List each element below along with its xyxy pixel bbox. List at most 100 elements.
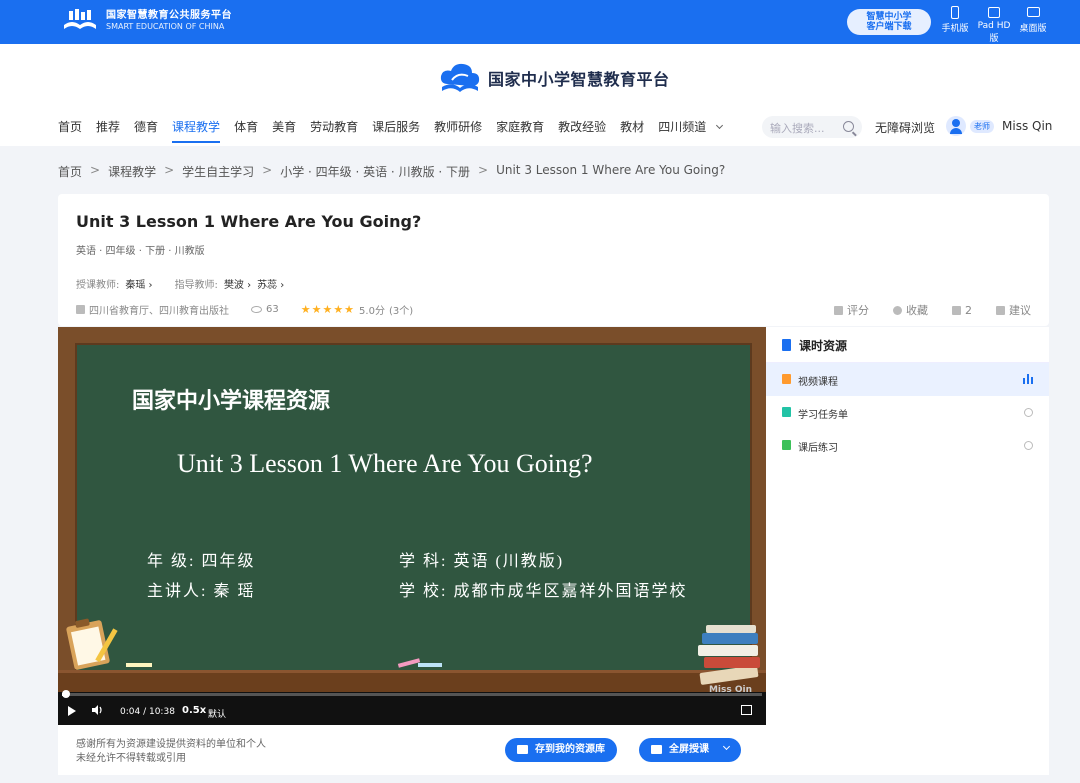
nav-item-course[interactable]: 课程教学 [172,118,221,143]
nav-item-sports[interactable]: 体育 [234,118,258,140]
accessibility-link[interactable]: 无障碍浏览 [875,119,935,136]
status-circle-icon [1024,441,1033,450]
mobile-version-link[interactable]: 手机版 [935,6,975,34]
breadcrumb-separator: > [90,163,101,177]
lesson-resources-panel: 课时资源 视频课程 学习任务单 课后练习 [766,327,1049,775]
resource-label: 课后练习 [798,443,838,454]
nav-item-recommend[interactable]: 推荐 [96,118,120,140]
action-label: 收藏 [906,304,928,317]
rating-stars: ★★★★★ [300,303,356,316]
resource-item-task-sheet[interactable]: 学习任务单 [766,396,1049,429]
save-to-library-button[interactable]: 存到我的资源库 [505,738,617,762]
chalkboard: 国家中小学课程资源 Unit 3 Lesson 1 Where Are You … [75,343,752,679]
panel-header: 课时资源 [766,327,1049,363]
copyright-note: 感谢所有为资源建设提供资料的单位和个人 未经允许不得转载或引用 [76,738,266,766]
time-total: 10:38 [148,707,175,717]
main-nav: 首页 推荐 德育 课程教学 体育 美育 劳动教育 课后服务 教师研修 家庭教育 … [58,118,736,143]
video-icon [782,374,791,384]
breadcrumb-current: Unit 3 Lesson 1 Where Are You Going? [496,163,726,177]
search-icon[interactable] [843,121,854,132]
books-icon [698,625,760,685]
volume-icon[interactable] [92,705,104,715]
platform-logo[interactable]: 国家智慧教育公共服务平台 SMART EDUCATION OF CHINA [60,7,232,35]
book-logo-icon [60,7,100,35]
desktop-version-link[interactable]: 桌面版 [1013,6,1053,34]
fullscreen-teach-button[interactable]: 全屏授课 [639,738,742,762]
video-footer: 感谢所有为资源建设提供资料的单位和个人 未经允许不得转载或引用 存到我的资源库 … [58,725,766,775]
nav-item-home[interactable]: 首页 [58,118,82,140]
breadcrumb-separator: > [164,163,175,177]
advisor-link[interactable]: 苏蕊 › [257,276,284,291]
chevron-down-icon[interactable] [723,742,731,751]
advisor-link[interactable]: 樊波 › [224,276,251,291]
resource-label: 视频课程 [798,377,838,388]
resource-item-video[interactable]: 视频课程 [766,363,1049,396]
board-subtitle: Unit 3 Lesson 1 Where Are You Going? [177,449,593,478]
publisher: 四川省教育厅、四川教育出版社 [89,306,229,317]
time-display: 0:04 / 10:38 [120,707,175,717]
breadcrumb-grade[interactable]: 小学 · 四年级 · 英语 · 川教版 · 下册 [280,163,470,180]
device-label: Pad HD版 [977,21,1011,44]
breadcrumb-self-study[interactable]: 学生自主学习 [182,163,254,180]
suggest-button[interactable]: 建议 [996,302,1031,318]
time-current: 0:04 [120,707,141,717]
book-icon [782,339,791,351]
nav-item-teacher-training[interactable]: 教师研修 [434,118,482,140]
user-menu[interactable]: 老师 Miss Qin [946,116,1052,136]
eye-icon [251,306,262,313]
search-input[interactable]: 输入搜索... [762,116,862,138]
download-line2: 客户端下载 [866,22,912,32]
playing-icon [1023,374,1033,384]
favorite-button[interactable]: 收藏 [893,302,928,318]
definition-select[interactable]: 默认 [208,707,226,720]
note-line: 未经允许不得转载或引用 [76,753,186,764]
advisor-name: 樊波 [223,280,244,291]
screen-icon [651,745,662,754]
like-button[interactable]: 2 [952,302,972,318]
breadcrumb-home[interactable]: 首页 [58,163,82,180]
top-bar: 国家智慧教育公共服务平台 SMART EDUCATION OF CHINA 智慧… [0,0,1080,44]
nav-item-textbook[interactable]: 教材 [620,118,644,140]
nav-item-sichuan[interactable]: 四川频道 [658,118,724,140]
teacher-link[interactable]: 秦瑶 › [125,276,152,291]
board-subject: 学 科: 英语 (川教版) [399,553,565,570]
progress-bar[interactable] [62,690,762,698]
nav-item-reform[interactable]: 教改经验 [558,118,606,140]
play-icon[interactable] [68,706,76,716]
lesson-meta: 四川省教育厅、四川教育出版社 63 ★★★★★ 5.0分 (3个) [76,302,413,317]
building-icon [76,305,85,314]
fullscreen-icon[interactable] [741,705,752,715]
advisor-name: 苏蕊 [257,280,278,291]
chalk-tray [58,670,766,692]
client-download-button[interactable]: 智慧中小学 客户端下载 [847,9,931,35]
rate-button[interactable]: 评分 [834,302,869,318]
button-label: 存到我的资源库 [535,744,605,755]
nav-label: 四川频道 [658,120,707,134]
playback-speed[interactable]: 0.5x [182,705,206,716]
pad-version-link[interactable]: Pad HD版 [974,6,1014,44]
site-brand[interactable]: 国家中小学智慧教育平台 [438,60,670,96]
nav-item-arts[interactable]: 美育 [272,118,296,140]
logo-en-text: SMART EDUCATION OF CHINA [106,22,225,31]
breadcrumb-separator: > [478,163,489,177]
view-count: 63 [266,304,279,315]
lesson-actions: 评分 收藏 2 建议 [810,302,1031,318]
resource-item-exercise[interactable]: 课后练习 [766,429,1049,462]
monitor-icon [1026,7,1040,17]
progress-handle[interactable] [62,690,71,698]
exercise-icon [782,440,791,450]
teacher-name: 秦瑶 [125,280,146,291]
lesson-info-card: Unit 3 Lesson 1 Where Are You Going? 英语 … [58,194,1049,326]
brand-title: 国家中小学智慧教育平台 [488,70,670,89]
lesson-subtitle: 英语 · 四年级 · 下册 · 川教版 [76,246,205,257]
breadcrumb-separator: > [262,163,273,177]
role-badge: 老师 [970,119,994,133]
board-teacher: 主讲人: 秦 瑶 [147,583,256,600]
nav-item-moral[interactable]: 德育 [134,118,158,140]
nav-item-after-school[interactable]: 课后服务 [372,118,420,140]
video-player[interactable]: 国家中小学课程资源 Unit 3 Lesson 1 Where Are You … [58,327,766,725]
breadcrumb-course[interactable]: 课程教学 [108,163,156,180]
note-line: 感谢所有为资源建设提供资料的单位和个人 [76,739,266,750]
nav-item-labor[interactable]: 劳动教育 [310,118,358,140]
nav-item-family[interactable]: 家庭教育 [496,118,544,140]
